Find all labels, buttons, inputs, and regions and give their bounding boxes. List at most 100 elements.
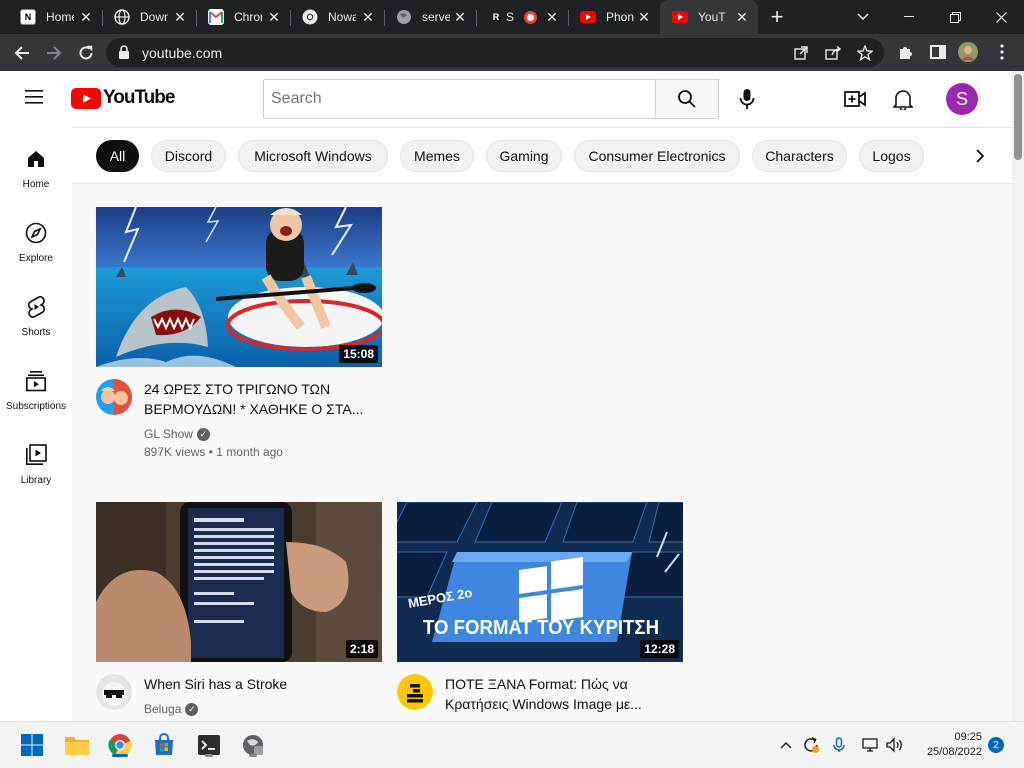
new-tab-button[interactable]: + [766, 6, 788, 29]
chip-discord[interactable]: Discord [151, 140, 226, 172]
chip-characters[interactable]: Characters [752, 140, 847, 172]
bookmark-star-icon[interactable] [856, 44, 874, 62]
channel-name[interactable]: GL Show ✓ [144, 427, 210, 441]
start-button[interactable] [18, 731, 46, 759]
video-title[interactable]: When Siri has a Stroke [144, 674, 374, 694]
profile-avatar[interactable] [958, 42, 978, 62]
guide-item-home[interactable]: Home [0, 127, 72, 201]
scrollbar-thumb[interactable] [1014, 74, 1022, 160]
tab-8-active[interactable]: YouT ✕ [660, 0, 758, 34]
close-tab-icon[interactable]: ✕ [266, 9, 282, 25]
recording-icon [524, 10, 537, 24]
video-card[interactable]: 2:18 When Siri has a Stroke Beluga ✓ [96, 502, 382, 721]
channel-avatar[interactable] [397, 674, 433, 710]
chip-next-arrow-icon[interactable] [968, 144, 992, 168]
account-avatar[interactable]: S [946, 83, 978, 115]
forward-button[interactable] [41, 40, 67, 66]
chip-microsoft-windows[interactable]: Microsoft Windows [238, 140, 388, 172]
search-button[interactable] [655, 79, 719, 119]
search-input[interactable] [263, 79, 656, 119]
tab-title: Chron [234, 10, 262, 24]
menu-icon[interactable] [24, 89, 48, 109]
guide-label: Subscriptions [5, 401, 67, 412]
share-icon[interactable] [824, 44, 842, 62]
video-camera-plus-icon [844, 91, 866, 107]
video-thumbnail[interactable]: 2:18 [96, 502, 382, 662]
microphone-tray-icon[interactable] [830, 736, 848, 754]
voice-search-button[interactable] [731, 83, 763, 115]
volume-icon[interactable] [886, 736, 904, 754]
close-tab-icon[interactable]: ✕ [734, 9, 750, 25]
video-title[interactable]: 24 ΩΡΕΣ ΣΤΟ ΤΡΙΓΩΝΟ ΤΩΝ ΒΕΡΜΟΥΔΩΝ! * ΧΑΘ… [144, 379, 374, 419]
guide-item-explore[interactable]: Explore [0, 201, 72, 275]
running-indicator [205, 754, 213, 757]
verified-check-icon: ✓ [185, 702, 199, 716]
tab-title: S [506, 10, 515, 24]
url-text: youtube.com [142, 45, 223, 61]
browser-toolbar: youtube.com [0, 34, 1024, 71]
video-title[interactable]: ΠΟΤΕ ΞΑΝΑ Format: Πώς να Κρατήσεις Windo… [445, 674, 675, 714]
chip-consumer-electronics[interactable]: Consumer Electronics [574, 140, 740, 172]
guide-item-subscriptions[interactable]: Subscriptions [0, 349, 72, 423]
close-tab-icon[interactable]: ✕ [544, 9, 560, 25]
app-taskbar-button[interactable] [239, 731, 267, 759]
tab-1[interactable]: N Home ✕ [8, 0, 102, 34]
reload-button[interactable] [73, 40, 99, 66]
tab-6[interactable]: R S ✕ [476, 0, 568, 34]
compass-icon [24, 221, 48, 245]
notifications-button[interactable] [890, 86, 916, 112]
close-tab-icon[interactable]: ✕ [360, 9, 376, 25]
chip-memes[interactable]: Memes [400, 140, 474, 172]
guide-sidebar: Home Explore Shorts Subscriptions Librar… [0, 127, 72, 721]
file-explorer-taskbar-button[interactable] [63, 731, 91, 759]
video-duration: 15:08 [339, 345, 378, 363]
microsoft-store-taskbar-button[interactable] [150, 731, 178, 759]
close-tab-icon[interactable]: ✕ [172, 9, 188, 25]
back-button[interactable] [9, 40, 35, 66]
video-thumbnail[interactable]: ΜΕΡΟΣ 2ο TO FORMAT ΤΟΥ ΚΥΡΙΤΣΗ 12:28 [397, 502, 683, 662]
chip-logos[interactable]: Logos [859, 140, 924, 172]
tab-title: serve [422, 10, 450, 24]
open-in-app-icon[interactable] [792, 44, 810, 62]
close-tab-icon[interactable]: ✕ [452, 9, 468, 25]
upload-age: 1 month ago [216, 445, 283, 459]
close-window-button[interactable] [978, 0, 1024, 34]
sync-icon[interactable] [802, 736, 820, 754]
channel-avatar[interactable] [96, 379, 132, 415]
video-card[interactable]: 15:08 24 ΩΡΕΣ ΣΤΟ ΤΡΙΓΩΝΟ ΤΩΝ ΒΕΡΜΟΥΔΩΝ!… [96, 207, 382, 477]
tab-5[interactable]: serve ✕ [384, 0, 476, 34]
side-panel-icon[interactable] [928, 42, 948, 62]
tab-7[interactable]: Phon ✕ [568, 0, 660, 34]
terminal-taskbar-button[interactable] [195, 731, 223, 759]
tab-title: Down [140, 10, 168, 24]
lock-icon[interactable] [118, 45, 130, 64]
restore-button[interactable] [932, 0, 978, 34]
guide-item-library[interactable]: Library [0, 423, 72, 497]
tab-search-button[interactable] [840, 0, 886, 34]
close-tab-icon[interactable]: ✕ [636, 9, 652, 25]
minimize-button[interactable] [886, 0, 932, 34]
notification-badge[interactable]: 2 [988, 737, 1004, 753]
tab-3[interactable]: Chron ✕ [196, 0, 290, 34]
clock[interactable]: 09:25 25/08/2022 [918, 730, 982, 760]
network-icon[interactable] [862, 736, 880, 754]
youtube-logo[interactable]: YouTube [71, 87, 175, 109]
page-scrollbar[interactable] [1012, 71, 1024, 721]
tab-4[interactable]: Nowa ✕ [290, 0, 384, 34]
create-video-button[interactable] [842, 87, 868, 111]
channel-avatar[interactable] [96, 674, 132, 710]
chip-all[interactable]: All [96, 140, 139, 172]
chrome-taskbar-button[interactable] [106, 731, 134, 759]
show-hidden-icons-icon[interactable] [777, 736, 795, 754]
video-card[interactable]: ΜΕΡΟΣ 2ο TO FORMAT ΤΟΥ ΚΥΡΙΤΣΗ 12:28 ΠΟΤ… [397, 502, 683, 721]
channel-name-text: Beluga [144, 702, 182, 716]
address-bar[interactable]: youtube.com [106, 38, 884, 67]
tab-2[interactable]: Down ✕ [102, 0, 196, 34]
extensions-icon[interactable] [896, 42, 916, 62]
chrome-menu-icon[interactable] [992, 42, 1012, 62]
guide-item-shorts[interactable]: Shorts [0, 275, 72, 349]
video-thumbnail[interactable]: 15:08 [96, 207, 382, 367]
close-tab-icon[interactable]: ✕ [78, 9, 94, 25]
chip-gaming[interactable]: Gaming [486, 140, 562, 172]
channel-name[interactable]: Beluga ✓ [144, 702, 199, 716]
